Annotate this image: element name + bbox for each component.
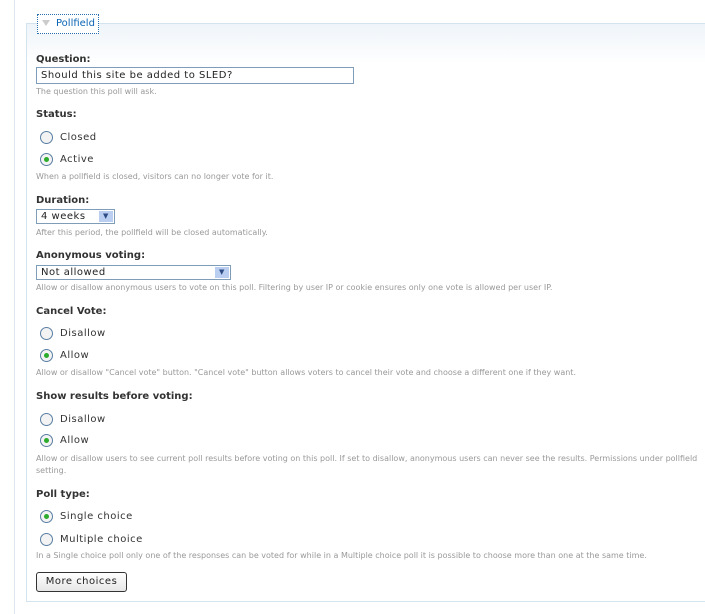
- radio-checked-icon: [40, 349, 53, 362]
- radio-icon: [40, 131, 53, 144]
- cancel-vote-label: Cancel Vote:: [36, 306, 107, 317]
- duration-label: Duration:: [36, 195, 90, 206]
- radio-checked-icon: [40, 510, 53, 523]
- question-label: Question:: [36, 54, 91, 65]
- radio-icon: [40, 413, 53, 426]
- radio-icon: [40, 533, 53, 546]
- question-hint: The question this poll will ask.: [36, 87, 157, 96]
- radio-checked-icon: [40, 153, 53, 166]
- status-label: Status:: [36, 109, 77, 120]
- cancel-vote-hint: Allow or disallow "Cancel vote" button. …: [36, 368, 576, 377]
- radio-icon: [40, 327, 53, 340]
- duration-hint: After this period, the pollfield will be…: [36, 228, 268, 237]
- status-hint: When a pollfield is closed, visitors can…: [36, 172, 274, 181]
- show-results-hint: Allow or disallow users to see current p…: [36, 454, 698, 475]
- more-choices-button[interactable]: More choices: [36, 572, 127, 592]
- page-border: [14, 0, 15, 614]
- radio-checked-icon: [40, 434, 53, 447]
- question-input[interactable]: Should this site be added to SLED?: [36, 67, 354, 84]
- anonymous-value: Not allowed: [41, 267, 106, 278]
- chevron-down-icon: ▼: [99, 211, 113, 222]
- poll-type-hint: In a Single choice poll only one of the …: [36, 551, 647, 560]
- duration-value: 4 weeks: [41, 211, 86, 222]
- fieldset-legend-toggle[interactable]: Pollfield: [37, 14, 99, 34]
- poll-type-label: Poll type:: [36, 489, 90, 500]
- anonymous-label: Anonymous voting:: [36, 250, 146, 261]
- collapse-triangle-icon: [42, 20, 50, 26]
- anonymous-select[interactable]: Not allowed ▼: [36, 265, 231, 280]
- chevron-down-icon: ▼: [215, 267, 229, 278]
- anonymous-hint: Allow or disallow anonymous users to vot…: [36, 283, 553, 292]
- show-results-label: Show results before voting:: [36, 391, 193, 402]
- duration-select[interactable]: 4 weeks ▼: [36, 209, 115, 224]
- legend-label: Pollfield: [56, 18, 95, 29]
